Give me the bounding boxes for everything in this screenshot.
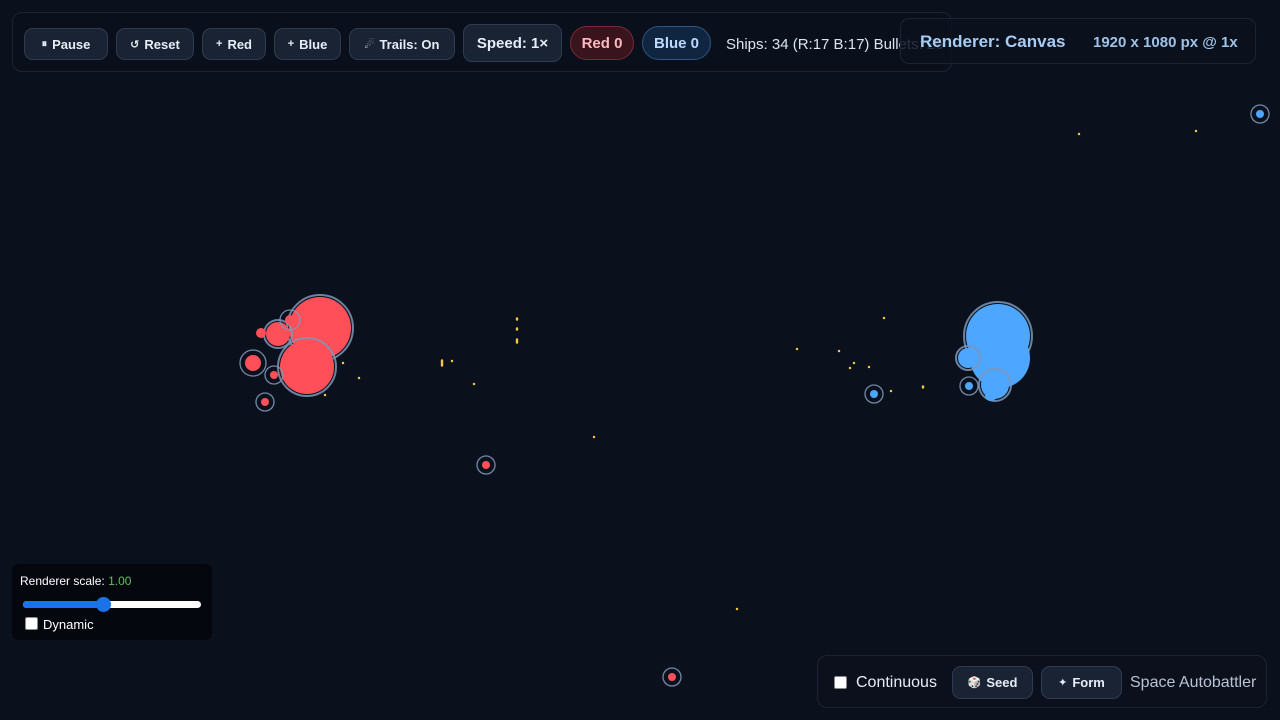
bullet bbox=[848, 366, 852, 370]
bullet bbox=[852, 361, 856, 365]
top-toolbar: ⏸ Pause ↺ Reset + Red + Blue ☄ Trails: O… bbox=[12, 12, 952, 72]
blue-score-badge: Blue 0 bbox=[642, 26, 711, 60]
speed-button[interactable]: Speed: 1× bbox=[463, 24, 562, 62]
add-blue-label: Blue bbox=[299, 36, 328, 52]
ship-hull bbox=[256, 328, 266, 338]
continuous-checkbox[interactable] bbox=[834, 676, 847, 689]
red-ship bbox=[662, 667, 682, 687]
renderer-scale-label: Renderer scale: 1.00 bbox=[20, 574, 131, 588]
renderer-scale-text: Renderer scale: bbox=[20, 574, 105, 588]
bullet bbox=[921, 385, 925, 389]
ship-hull bbox=[985, 389, 997, 401]
bullet bbox=[889, 389, 893, 393]
plus-icon: + bbox=[287, 38, 295, 50]
trails-toggle-button[interactable]: ☄ Trails: On bbox=[349, 28, 455, 60]
bullet bbox=[795, 347, 799, 351]
dice-icon: 🎲 bbox=[967, 677, 982, 689]
form-button[interactable]: ✦ Form bbox=[1041, 666, 1122, 699]
ship-hull bbox=[482, 461, 490, 469]
ship-hull bbox=[1256, 110, 1264, 118]
dynamic-checkbox[interactable] bbox=[25, 617, 38, 630]
renderer-title: Renderer: Canvas bbox=[920, 32, 1066, 51]
dynamic-label: Dynamic bbox=[43, 617, 94, 632]
bullet bbox=[1077, 132, 1081, 136]
form-label: Form bbox=[1072, 675, 1105, 690]
red-ship bbox=[256, 328, 266, 338]
ship-hull bbox=[245, 355, 261, 371]
add-red-button[interactable]: + Red bbox=[202, 28, 266, 60]
renderer-scale-slider[interactable] bbox=[23, 601, 201, 608]
reset-button[interactable]: ↺ Reset bbox=[116, 28, 194, 60]
renderer-scale-panel: Renderer scale: 1.00 Dynamic bbox=[12, 564, 212, 640]
bullet bbox=[450, 359, 454, 363]
bullet bbox=[882, 316, 886, 320]
ship-hull bbox=[266, 322, 290, 346]
renderer-scale-value: 1.00 bbox=[108, 574, 132, 588]
blue-ship bbox=[864, 384, 884, 404]
comet-icon: ☄ bbox=[364, 38, 375, 51]
reset-icon: ↺ bbox=[130, 38, 140, 51]
blue-ship bbox=[955, 345, 981, 371]
bullet bbox=[357, 376, 361, 380]
ship-hull bbox=[958, 348, 978, 368]
ship-hull bbox=[285, 315, 295, 325]
renderer-resolution: 1920 x 1080 px @ 1x bbox=[1093, 34, 1238, 51]
slider-thumb[interactable] bbox=[96, 597, 112, 612]
trails-label: Trails: On bbox=[379, 36, 440, 52]
ship-hull bbox=[270, 371, 278, 379]
continuous-label: Continuous bbox=[856, 674, 937, 691]
ship-hull bbox=[965, 382, 973, 390]
ship-hull bbox=[668, 673, 676, 681]
red-score-label: Red 0 bbox=[581, 34, 623, 52]
red-ship bbox=[255, 392, 275, 412]
add-red-label: Red bbox=[227, 36, 252, 52]
bullet bbox=[341, 361, 345, 365]
bottom-control-bar: Continuous 🎲 Seed ✦ Form Space Autobattl… bbox=[817, 655, 1267, 708]
bullet bbox=[440, 359, 444, 367]
bullet bbox=[1194, 129, 1198, 133]
ship-hull bbox=[870, 390, 878, 398]
bullet bbox=[472, 382, 476, 386]
pause-icon: ⏸ bbox=[41, 37, 48, 50]
bullet bbox=[515, 317, 519, 321]
blue-ship bbox=[959, 376, 979, 396]
pause-button[interactable]: ⏸ Pause bbox=[24, 28, 108, 60]
seed-button[interactable]: 🎲 Seed bbox=[952, 666, 1033, 699]
red-ship bbox=[264, 365, 284, 385]
reset-label: Reset bbox=[144, 36, 180, 52]
red-ship bbox=[277, 337, 337, 397]
bullet bbox=[515, 338, 519, 344]
bullet bbox=[323, 393, 327, 397]
add-blue-button[interactable]: + Blue bbox=[274, 28, 341, 60]
bullet bbox=[515, 327, 519, 331]
bullet bbox=[837, 349, 841, 353]
blue-ship bbox=[1250, 104, 1270, 124]
red-ship bbox=[476, 455, 496, 475]
ship-hull bbox=[280, 340, 334, 394]
ship-hull bbox=[261, 398, 269, 406]
blue-ship bbox=[985, 389, 997, 401]
seed-label: Seed bbox=[986, 675, 1018, 690]
slider-fill bbox=[23, 601, 104, 608]
app-title: Space Autobattler bbox=[1130, 674, 1257, 691]
red-score-badge: Red 0 bbox=[570, 26, 634, 60]
red-ship bbox=[239, 349, 267, 377]
bullet bbox=[867, 365, 871, 369]
blue-score-label: Blue 0 bbox=[653, 34, 699, 52]
ship-layer bbox=[239, 104, 1270, 687]
bullet-layer bbox=[293, 129, 1198, 611]
plus-icon: + bbox=[216, 38, 223, 50]
formation-icon: ✦ bbox=[1058, 677, 1068, 689]
renderer-info-panel: Renderer: Canvas 1920 x 1080 px @ 1x bbox=[900, 18, 1256, 64]
bullet bbox=[735, 607, 739, 611]
speed-label: Speed: 1× bbox=[476, 34, 549, 52]
bullet bbox=[592, 435, 596, 439]
pause-label: Pause bbox=[52, 36, 91, 52]
